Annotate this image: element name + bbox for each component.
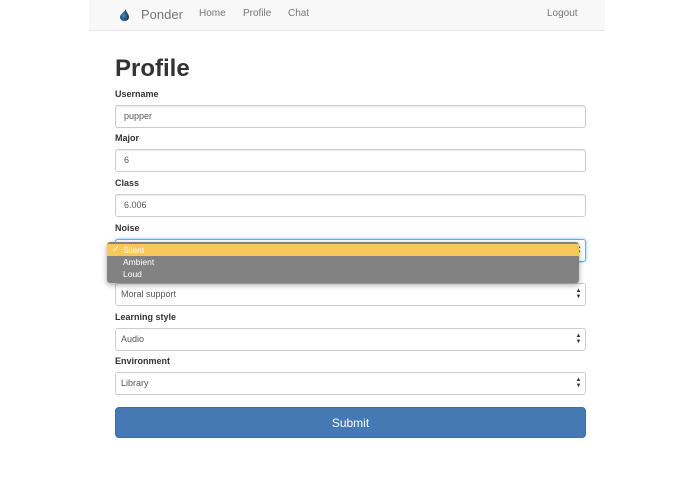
noise-option-silent[interactable]: ✓ Silent: [107, 244, 579, 256]
noise-option-loud[interactable]: Loud: [107, 268, 579, 280]
nav-chat-link[interactable]: Chat: [288, 8, 309, 19]
noise-option-label: Silent: [123, 245, 145, 255]
noise-option-label: Loud: [123, 269, 142, 279]
noise-dropdown-menu: ✓ Silent Ambient Loud: [107, 242, 579, 283]
major-label: Major: [115, 133, 140, 143]
noise-label: Noise: [115, 223, 140, 233]
class-label: Class: [115, 178, 140, 188]
environment-value: Library: [121, 378, 149, 388]
noise-option-label: Ambient: [123, 257, 155, 267]
class-value: 6.006: [124, 200, 147, 210]
select-arrows-icon: ▲▼: [575, 333, 582, 345]
environment-label: Environment: [115, 356, 171, 366]
nav-home-link[interactable]: Home: [199, 8, 226, 19]
page-title: Profile: [115, 55, 190, 82]
learning-style-value: Audio: [121, 334, 145, 344]
major-input[interactable]: 6: [115, 149, 586, 172]
username-input[interactable]: pupper: [115, 105, 586, 128]
nav-profile-link[interactable]: Profile: [243, 8, 271, 19]
environment-select[interactable]: Library ▲ ▼: [115, 372, 586, 395]
support-value: Moral support: [121, 289, 177, 299]
droplet-icon[interactable]: [119, 9, 130, 21]
select-arrows-icon: ▲▼: [575, 288, 582, 300]
learning-style-label: Learning style: [115, 312, 177, 322]
username-label: Username: [115, 89, 159, 99]
logout-link[interactable]: Logout: [547, 8, 578, 19]
brand-name[interactable]: Ponder: [141, 7, 183, 22]
checkmark-icon: ✓: [112, 244, 120, 254]
major-value: 6: [124, 155, 130, 165]
support-select[interactable]: Moral support ▲ ▼: [115, 283, 586, 306]
submit-button[interactable]: Submit: [115, 407, 586, 438]
learning-style-select[interactable]: Audio ▲ ▼: [115, 328, 586, 351]
select-arrows-icon: ▲▼: [575, 377, 582, 389]
username-value: pupper: [124, 111, 153, 121]
noise-option-ambient[interactable]: Ambient: [107, 256, 579, 268]
class-input[interactable]: 6.006: [115, 194, 586, 217]
navbar: Ponder Home Profile Chat Logout: [89, 0, 605, 31]
